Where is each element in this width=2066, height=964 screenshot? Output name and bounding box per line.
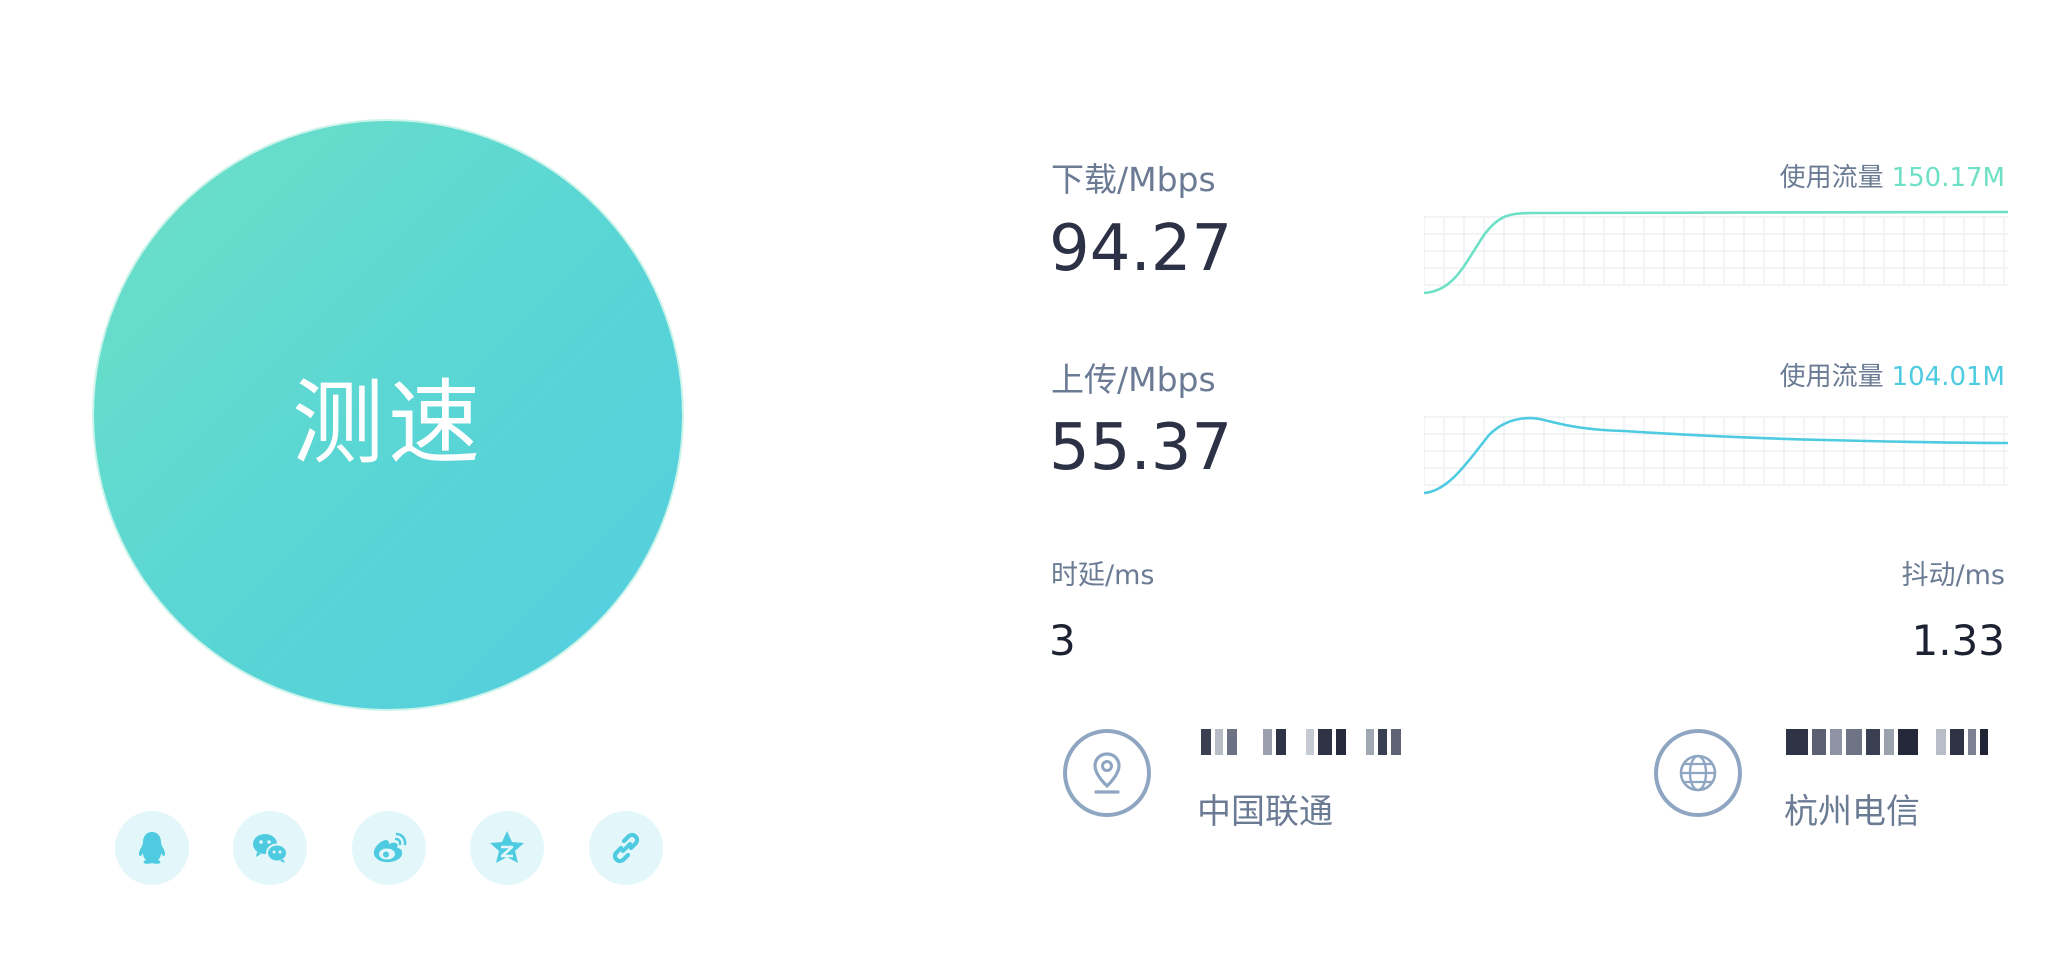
qzone-icon bbox=[490, 831, 524, 863]
client-ip-masked bbox=[1201, 728, 1401, 756]
speed-test-button[interactable]: 测速 bbox=[94, 121, 682, 709]
speed-test-label: 测速 bbox=[291, 369, 484, 477]
jitter-value: 1.33 bbox=[1911, 616, 2005, 665]
qq-icon bbox=[138, 832, 166, 864]
upload-usage-value: 104.01M bbox=[1891, 362, 2005, 392]
download-speed-line bbox=[1424, 210, 2008, 295]
speed-test-page: 测速 下载/Mbps 94.27 使用流量 150.17M 上传/Mbps 55… bbox=[0, 0, 2066, 964]
wechat-icon bbox=[253, 834, 288, 863]
link-icon bbox=[612, 832, 640, 864]
globe-icon bbox=[1679, 754, 1717, 792]
jitter-label: 抖动/ms bbox=[1901, 560, 2005, 591]
upload-label: 上传/Mbps bbox=[1051, 360, 1216, 399]
download-usage: 使用流量 150.17M bbox=[1780, 157, 2005, 194]
location-pin-icon bbox=[1093, 752, 1121, 794]
weibo-icon bbox=[373, 832, 407, 863]
share-qq-button[interactable] bbox=[115, 811, 189, 885]
server-ip-masked bbox=[1786, 728, 1988, 756]
share-qzone-button[interactable] bbox=[470, 811, 544, 885]
share-wechat-button[interactable] bbox=[233, 811, 307, 885]
latency-value: 3 bbox=[1049, 616, 1076, 665]
download-value: 94.27 bbox=[1049, 212, 1233, 286]
share-weibo-button[interactable] bbox=[352, 811, 426, 885]
client-location-badge bbox=[1063, 729, 1151, 817]
latency-label: 时延/ms bbox=[1051, 560, 1155, 591]
client-isp: 中国联通 bbox=[1197, 792, 1333, 832]
server-location-badge bbox=[1654, 729, 1742, 817]
upload-usage: 使用流量 104.01M bbox=[1780, 356, 2005, 393]
download-label: 下载/Mbps bbox=[1051, 160, 1216, 199]
download-usage-label: 使用流量 bbox=[1779, 163, 1884, 193]
server-isp: 杭州电信 bbox=[1784, 792, 1920, 832]
upload-value: 55.37 bbox=[1049, 411, 1233, 485]
upload-speed-line bbox=[1424, 416, 2008, 495]
share-link-button[interactable] bbox=[589, 811, 663, 885]
upload-chart bbox=[1424, 416, 2008, 495]
download-usage-value: 150.17M bbox=[1891, 163, 2005, 193]
upload-usage-label: 使用流量 bbox=[1779, 362, 1884, 392]
download-chart bbox=[1424, 210, 2008, 295]
